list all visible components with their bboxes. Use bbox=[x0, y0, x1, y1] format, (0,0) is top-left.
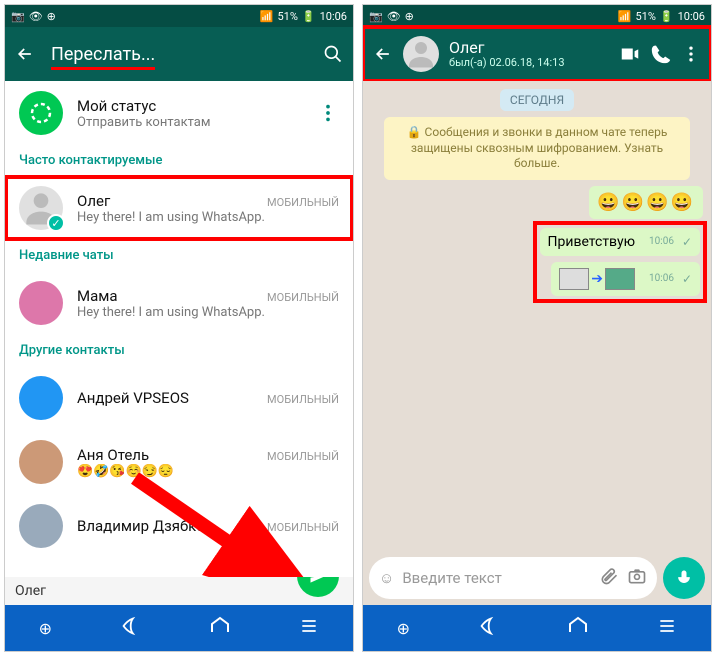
section-frequent: Часто контактируемые bbox=[5, 145, 353, 176]
contact-tag: МОБИЛЬНЫЙ bbox=[267, 291, 339, 304]
chat-input-bar: ☺ Введите текст bbox=[363, 551, 711, 605]
back-icon[interactable] bbox=[15, 44, 35, 64]
eye-icon: 👁 bbox=[29, 10, 43, 23]
encryption-notice[interactable]: 🔒 Сообщения и звонки в данном чате тепер… bbox=[384, 117, 689, 180]
forward-header: Переслать... bbox=[5, 27, 353, 81]
status-bar: 📷 👁 ⊕ 📶 51% 🔋 10:06 bbox=[363, 5, 711, 27]
back-nav-icon[interactable] bbox=[119, 615, 141, 641]
msg-text[interactable]: Приветствую 10:06 ✓ bbox=[540, 228, 700, 256]
app-icon: 📷 bbox=[11, 10, 25, 23]
tick-icon: ✓ bbox=[682, 272, 692, 286]
thumb-laptop bbox=[559, 268, 589, 290]
attach-icon[interactable] bbox=[599, 566, 619, 590]
thumb-phone bbox=[605, 268, 635, 290]
chat-avatar bbox=[403, 36, 439, 72]
contact-tag: МОБИЛЬНЫЙ bbox=[267, 450, 339, 463]
check-icon: ✓ bbox=[47, 214, 65, 232]
image-thumbs: ➔ bbox=[559, 268, 635, 290]
chat-lastseen: был(-а) 02.06.18, 14:13 bbox=[449, 56, 609, 69]
avatar-mama bbox=[19, 281, 63, 325]
contact-tag: МОБИЛЬНЫЙ bbox=[267, 196, 339, 209]
contact-andrei[interactable]: Андрей VPSEOS МОБИЛЬНЫЙ bbox=[5, 366, 353, 430]
team-icon: ⊕ bbox=[47, 10, 56, 23]
wifi-icon: 📶 bbox=[618, 10, 632, 23]
msg-time: 10:06 bbox=[649, 273, 674, 284]
team-icon: ⊕ bbox=[405, 10, 414, 23]
contact-oleg[interactable]: ✓ Олег МОБИЛЬНЫЙ Hey there! I am using W… bbox=[5, 176, 353, 240]
contact-mama[interactable]: Мама МОБИЛЬНЫЙ Hey there! I am using Wha… bbox=[5, 271, 353, 335]
emoji-icon[interactable]: ☺ bbox=[379, 569, 394, 587]
contact-name: Владимир Дзябко bbox=[77, 517, 205, 535]
avatar-oleg: ✓ bbox=[19, 186, 63, 230]
avatar-andrei bbox=[19, 376, 63, 420]
camera-icon[interactable] bbox=[627, 566, 647, 590]
contact-name: Мама bbox=[77, 287, 118, 305]
chat-header[interactable]: Олег был(-а) 02.06.18, 14:13 bbox=[363, 27, 711, 81]
contact-name: Аня Отель bbox=[77, 446, 149, 464]
msg-emoji[interactable]: 😀😀😀😀 bbox=[589, 186, 703, 219]
eye-icon: 👁 bbox=[387, 10, 401, 23]
clock-text: 10:06 bbox=[320, 10, 347, 23]
more-icon[interactable] bbox=[317, 102, 339, 124]
chat-body: СЕГОДНЯ 🔒 Сообщения и звонки в данном ча… bbox=[363, 81, 711, 551]
contact-vladimir[interactable]: Владимир Дзябко МОБИЛЬНЫЙ bbox=[5, 494, 353, 552]
contact-anya[interactable]: Аня Отель МОБИЛЬНЫЙ 😍🤣😘☺️😏😔 bbox=[5, 430, 353, 494]
arrow-icon: ➔ bbox=[591, 271, 603, 287]
status-bar: 📷 👁 ⊕ 📶 51% 🔋 10:06 bbox=[5, 5, 353, 27]
status-avatar bbox=[19, 91, 63, 135]
search-icon[interactable] bbox=[323, 44, 343, 64]
day-chip: СЕГОДНЯ bbox=[500, 89, 574, 111]
forward-list: Мой статус Отправить контактам Часто кон… bbox=[5, 81, 353, 577]
msg-emoji-content: 😀😀😀😀 bbox=[597, 192, 695, 213]
chip-oleg: Олег bbox=[15, 583, 46, 599]
recent-nav-icon[interactable] bbox=[657, 616, 677, 640]
phone-forward-screen: 📷 👁 ⊕ 📶 51% 🔋 10:06 Переслать... Мой ста… bbox=[4, 4, 354, 652]
back-icon[interactable] bbox=[373, 44, 393, 64]
app-icon: 📷 bbox=[369, 10, 383, 23]
avatar-vladimir bbox=[19, 504, 63, 548]
contact-name: Андрей VPSEOS bbox=[77, 389, 189, 407]
contact-name: Олег bbox=[77, 192, 110, 210]
msg-text-content: Приветствую bbox=[548, 234, 636, 250]
home-nav-icon[interactable] bbox=[208, 614, 232, 642]
my-status-row[interactable]: Мой статус Отправить контактам bbox=[5, 81, 353, 145]
msg-time: 10:06 bbox=[649, 236, 674, 247]
battery-icon: 🔋 bbox=[302, 10, 316, 23]
battery-icon: 🔋 bbox=[660, 10, 674, 23]
recent-nav-icon[interactable] bbox=[299, 616, 319, 640]
phone-chat-screen: 📷 👁 ⊕ 📶 51% 🔋 10:06 Олег был(-а) 02.06.1… bbox=[362, 4, 712, 652]
status-title: Мой статус bbox=[77, 97, 303, 115]
selected-chips-bar: Олег bbox=[5, 577, 353, 605]
contact-sub: Hey there! I am using WhatsApp. bbox=[77, 210, 339, 225]
back-nav-icon[interactable] bbox=[477, 615, 499, 641]
contact-tag: МОБИЛЬНЫЙ bbox=[267, 521, 339, 534]
message-input[interactable]: ☺ Введите текст bbox=[369, 557, 657, 599]
section-recent: Недавние чаты bbox=[5, 240, 353, 271]
phone-icon[interactable] bbox=[651, 44, 671, 64]
highlight-messages: Приветствую 10:06 ✓ ➔ 10:06 ✓ bbox=[537, 225, 703, 299]
header-title: Переслать... bbox=[51, 44, 307, 65]
contact-emoji: 😍🤣😘☺️😏😔 bbox=[77, 464, 339, 479]
teamviewer-icon[interactable]: ⊕ bbox=[397, 619, 410, 638]
android-navbar: ⊕ bbox=[363, 605, 711, 651]
status-sub: Отправить контактам bbox=[77, 115, 303, 130]
chat-name: Олег bbox=[449, 39, 609, 57]
section-other: Другие контакты bbox=[5, 335, 353, 366]
battery-text: 51% bbox=[635, 10, 655, 23]
android-navbar: ⊕ bbox=[5, 605, 353, 651]
more-icon[interactable] bbox=[681, 44, 701, 64]
msg-image[interactable]: ➔ 10:06 ✓ bbox=[551, 262, 700, 296]
contact-tag: МОБИЛЬНЫЙ bbox=[267, 393, 339, 406]
input-placeholder: Введите текст bbox=[402, 569, 591, 587]
home-nav-icon[interactable] bbox=[566, 614, 590, 642]
teamviewer-icon[interactable]: ⊕ bbox=[39, 619, 52, 638]
avatar-anya bbox=[19, 440, 63, 484]
wifi-icon: 📶 bbox=[260, 10, 274, 23]
clock-text: 10:06 bbox=[678, 10, 705, 23]
battery-text: 51% bbox=[277, 10, 297, 23]
tick-icon: ✓ bbox=[682, 235, 692, 249]
video-icon[interactable] bbox=[619, 43, 641, 65]
contact-sub: Hey there! I am using WhatsApp. bbox=[77, 305, 339, 320]
mic-button[interactable] bbox=[663, 557, 705, 599]
